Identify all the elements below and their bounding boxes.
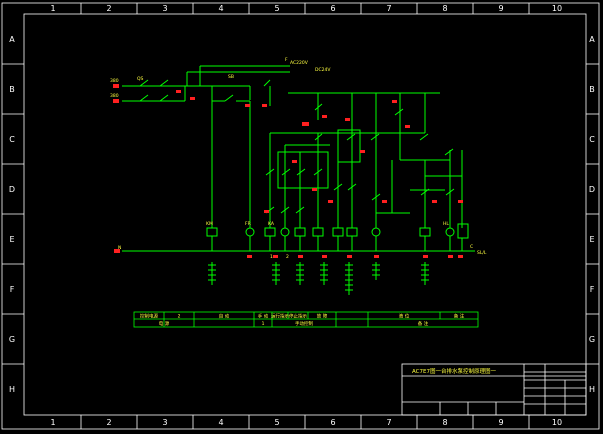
row-label-f-right: F bbox=[590, 285, 595, 294]
row-label-c-right: C bbox=[589, 135, 595, 144]
table-cell-r2c1: 电 源 bbox=[159, 320, 170, 327]
control-circuit bbox=[122, 65, 475, 252]
neutral-label: N bbox=[118, 245, 121, 251]
row-label-b: B bbox=[9, 85, 15, 94]
table-cell-r2c9: 备 注 bbox=[418, 320, 429, 327]
col-label-2-bottom: 2 bbox=[106, 418, 111, 427]
table-cell-r1c1: 控制电源 bbox=[140, 313, 158, 320]
col-label-4-bottom: 4 bbox=[218, 418, 223, 427]
col-label-5: 5 bbox=[274, 4, 279, 13]
col-label-8: 8 bbox=[442, 4, 447, 13]
dc24-label: DC24V bbox=[315, 67, 331, 73]
col-label-3: 3 bbox=[162, 4, 167, 13]
col-label-2: 2 bbox=[106, 4, 111, 13]
col-label-7: 7 bbox=[386, 4, 391, 13]
row-label-d-right: D bbox=[589, 185, 595, 194]
row-label-g: G bbox=[9, 335, 15, 344]
col-label-7-bottom: 7 bbox=[386, 418, 391, 427]
col-label-6-bottom: 6 bbox=[330, 418, 335, 427]
table-cell-r1c7: 故 障 bbox=[317, 313, 328, 320]
drawing-title: AC7E7图一台排水泵控制原理图一 bbox=[412, 367, 496, 375]
output-tag-label: SL/L bbox=[477, 250, 487, 256]
row-label-a: A bbox=[9, 35, 15, 44]
col-label-8-bottom: 8 bbox=[442, 418, 447, 427]
row-label-e: E bbox=[9, 235, 14, 244]
col-label-10: 10 bbox=[552, 4, 562, 13]
col-label-1-bottom: 1 bbox=[50, 418, 55, 427]
ka-label: KA bbox=[268, 221, 275, 227]
row-label-h-right: H bbox=[589, 385, 595, 394]
row-label-c: C bbox=[9, 135, 15, 144]
row-label-e-right: E bbox=[589, 235, 594, 244]
col-label-5-bottom: 5 bbox=[274, 418, 279, 427]
contact-reference-stacks bbox=[208, 262, 429, 295]
row-label-f: F bbox=[10, 285, 15, 294]
col-label-10-bottom: 10 bbox=[552, 418, 562, 427]
hl-label: HL bbox=[443, 221, 449, 227]
schematic-canvas: 1 2 3 4 5 6 7 8 9 10 1 2 3 4 5 6 7 8 9 1… bbox=[1, 2, 600, 430]
table-cell-r2c2: 1 bbox=[262, 321, 265, 327]
row-label-a-right: A bbox=[589, 35, 595, 44]
row-label-g-right: G bbox=[589, 335, 595, 344]
table-cell-r1c8: 液 位 bbox=[399, 313, 410, 320]
col-label-4: 4 bbox=[218, 4, 223, 13]
col-label-9: 9 bbox=[498, 4, 503, 13]
sb-label: SB bbox=[228, 74, 234, 80]
table-cell-r1c9: 备 注 bbox=[454, 313, 465, 320]
mid-row-a: 1 bbox=[270, 254, 273, 260]
km-label: KM bbox=[206, 221, 213, 227]
qs-label: QS bbox=[137, 76, 144, 82]
table-cell-r1c3: 自 动 bbox=[219, 313, 230, 320]
row-label-h: H bbox=[9, 385, 15, 394]
row-label-b-right: B bbox=[589, 85, 595, 94]
table-cell-r1c6: 停止指示 bbox=[289, 313, 307, 320]
col-label-9-bottom: 9 bbox=[498, 418, 503, 427]
fr-label: FR bbox=[245, 221, 251, 227]
ac220-label: AC220V bbox=[290, 60, 309, 66]
bus-tag-label: F bbox=[285, 57, 288, 63]
supply-label-l1: 380 bbox=[110, 78, 119, 84]
col-label-3-bottom: 3 bbox=[162, 418, 167, 427]
supply-label-l2: 380 bbox=[110, 93, 119, 99]
mid-row-b: 2 bbox=[286, 254, 289, 260]
col-label-1: 1 bbox=[50, 4, 55, 13]
row-label-d: D bbox=[9, 185, 15, 194]
lc-label: C bbox=[470, 244, 473, 250]
col-label-6: 6 bbox=[330, 4, 335, 13]
table-cell-r1c4: 手 动 bbox=[258, 313, 269, 320]
table-cell-r1c2: 2 bbox=[178, 314, 181, 320]
table-cell-r2c3: 手动控制 bbox=[295, 320, 313, 327]
table-cell-r1c5: 运行指示 bbox=[271, 313, 289, 320]
